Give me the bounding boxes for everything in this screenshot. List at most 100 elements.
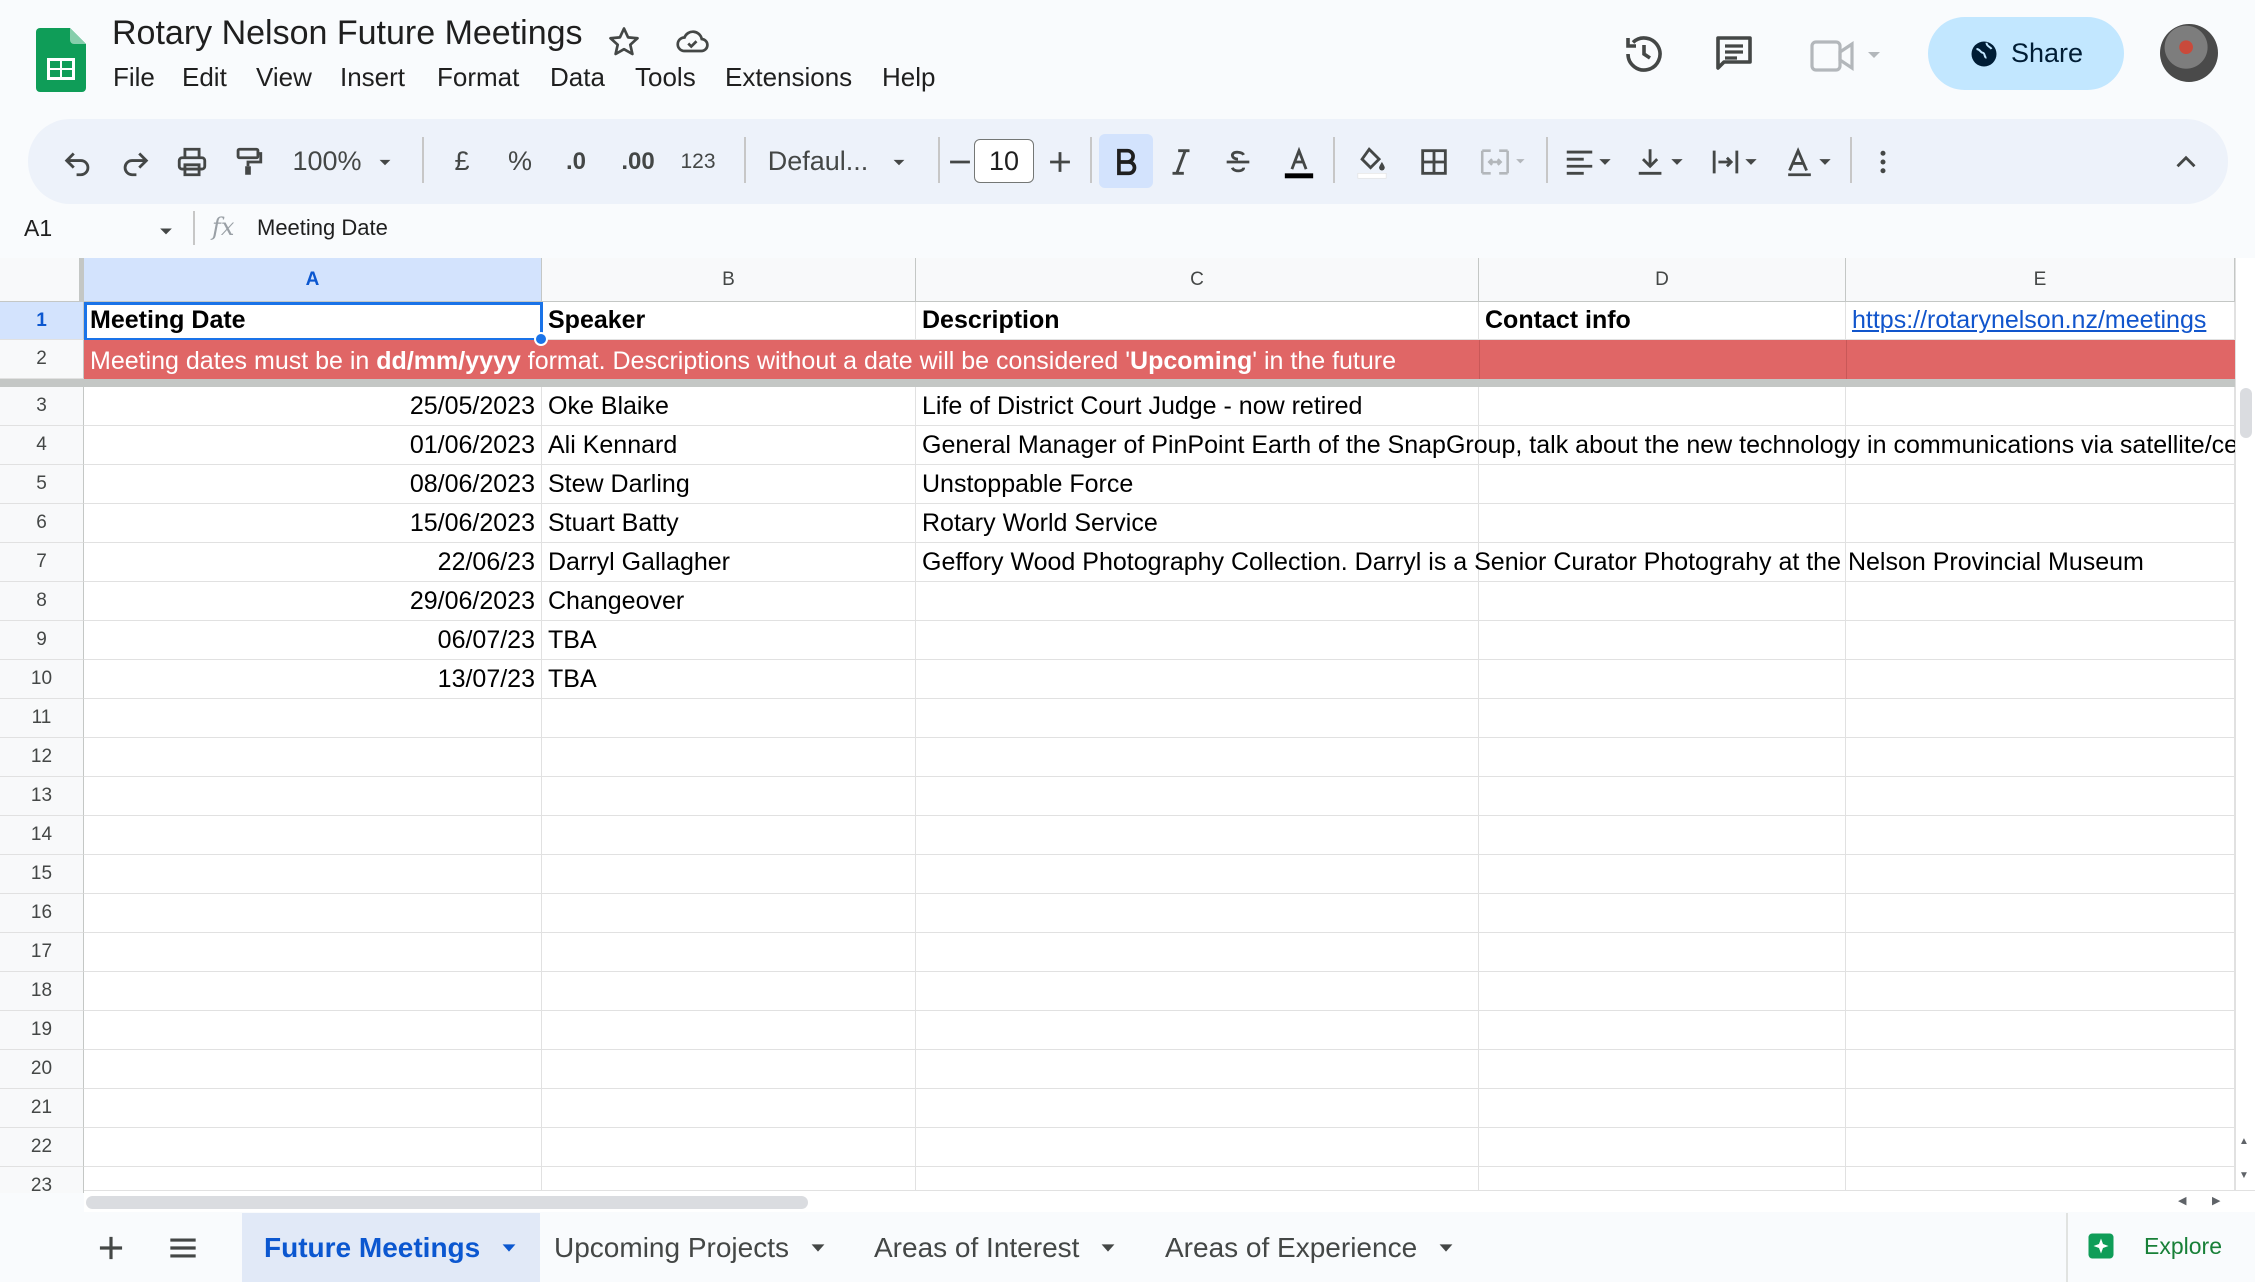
cell-d8[interactable] — [1479, 582, 1846, 621]
increase-font-size-icon[interactable] — [1040, 119, 1080, 204]
row-header-7[interactable]: 7 — [0, 543, 84, 582]
cell-c17[interactable] — [916, 933, 1479, 972]
row-header-23[interactable]: 23 — [0, 1167, 84, 1193]
menu-insert[interactable]: Insert — [340, 62, 405, 93]
row-header-5[interactable]: 5 — [0, 465, 84, 504]
merge-cells-icon[interactable] — [1472, 119, 1532, 204]
cell-e11[interactable] — [1846, 699, 2235, 738]
cell-a12[interactable] — [84, 738, 542, 777]
cell-e12[interactable] — [1846, 738, 2235, 777]
cell-d13[interactable] — [1479, 777, 1846, 816]
column-header-b[interactable]: B — [542, 258, 916, 302]
more-formats-button[interactable]: 123 — [668, 119, 728, 204]
cell-d21[interactable] — [1479, 1089, 1846, 1128]
cell-c12[interactable] — [916, 738, 1479, 777]
cell-b6[interactable]: Stuart Batty — [542, 504, 916, 543]
fill-color-icon[interactable] — [1348, 119, 1396, 204]
cell-b14[interactable] — [542, 816, 916, 855]
formula-input[interactable]: Meeting Date — [257, 215, 388, 241]
cell-e15[interactable] — [1846, 855, 2235, 894]
cell-b9[interactable]: TBA — [542, 621, 916, 660]
cell-a21[interactable] — [84, 1089, 542, 1128]
cell-e19[interactable] — [1846, 1011, 2235, 1050]
cell-d19[interactable] — [1479, 1011, 1846, 1050]
sheet-tab-areas-of-interest[interactable]: Areas of Interest — [874, 1213, 1119, 1282]
all-sheets-icon[interactable] — [164, 1229, 202, 1267]
column-header-c[interactable]: C — [916, 258, 1479, 302]
cell-d17[interactable] — [1479, 933, 1846, 972]
font-size-input[interactable]: 10 — [974, 139, 1034, 183]
row-header-16[interactable]: 16 — [0, 894, 84, 933]
cell-a17[interactable] — [84, 933, 542, 972]
row-header-22[interactable]: 22 — [0, 1128, 84, 1167]
print-icon[interactable] — [170, 119, 214, 204]
cell-c21[interactable] — [916, 1089, 1479, 1128]
row-header-12[interactable]: 12 — [0, 738, 84, 777]
cell-d22[interactable] — [1479, 1128, 1846, 1167]
sheet-tab-upcoming-projects[interactable]: Upcoming Projects — [554, 1213, 829, 1282]
horizontal-scroll-thumb[interactable] — [86, 1196, 808, 1209]
cell-b10[interactable]: TBA — [542, 660, 916, 699]
currency-format-button[interactable]: £ — [442, 119, 482, 204]
menu-extensions[interactable]: Extensions — [725, 62, 852, 93]
text-rotation-icon[interactable] — [1776, 119, 1840, 204]
cell-c6[interactable]: Rotary World Service — [916, 504, 1479, 543]
cell-c22[interactable] — [916, 1128, 1479, 1167]
explore-button[interactable]: Explore — [2086, 1231, 2222, 1261]
cell-d10[interactable] — [1479, 660, 1846, 699]
cell-e14[interactable] — [1846, 816, 2235, 855]
avatar[interactable] — [2160, 24, 2218, 82]
comments-icon[interactable] — [1710, 30, 1758, 78]
menu-help[interactable]: Help — [882, 62, 935, 93]
row-header-13[interactable]: 13 — [0, 777, 84, 816]
cell-c15[interactable] — [916, 855, 1479, 894]
cell-c14[interactable] — [916, 816, 1479, 855]
cell-d1[interactable]: Contact info — [1479, 302, 1846, 340]
row-header-8[interactable]: 8 — [0, 582, 84, 621]
cell-c19[interactable] — [916, 1011, 1479, 1050]
cell-d14[interactable] — [1479, 816, 1846, 855]
cell-c16[interactable] — [916, 894, 1479, 933]
cell-d6[interactable] — [1479, 504, 1846, 543]
cell-a8[interactable]: 29/06/2023 — [84, 582, 542, 621]
row-header-19[interactable]: 19 — [0, 1011, 84, 1050]
cell-c5[interactable]: Unstoppable Force — [916, 465, 1479, 504]
spreadsheet-grid[interactable]: A B C D E 1 2 3 4 5 6 7 8 9 10 11 12 13 14 15 16 17 18 19 2… — [0, 258, 2235, 1193]
row-header-18[interactable]: 18 — [0, 972, 84, 1011]
font-select[interactable]: Defaul... — [750, 119, 930, 204]
cell-e10[interactable] — [1846, 660, 2235, 699]
cell-b11[interactable] — [542, 699, 916, 738]
scroll-left-icon[interactable]: ◀ — [2178, 1194, 2186, 1207]
sheet-tab-future-meetings[interactable]: Future Meetings — [242, 1213, 541, 1282]
cell-b1[interactable]: Speaker — [542, 302, 916, 340]
cell-c18[interactable] — [916, 972, 1479, 1011]
cell-d9[interactable] — [1479, 621, 1846, 660]
name-box[interactable]: A1 — [24, 215, 52, 242]
cell-b18[interactable] — [542, 972, 916, 1011]
cell-c8[interactable] — [916, 582, 1479, 621]
cell-e9[interactable] — [1846, 621, 2235, 660]
collapse-toolbar-icon[interactable] — [2164, 119, 2208, 204]
decrease-font-size-icon[interactable] — [942, 119, 978, 204]
cell-b16[interactable] — [542, 894, 916, 933]
cell-e8[interactable] — [1846, 582, 2235, 621]
cell-b8[interactable]: Changeover — [542, 582, 916, 621]
increase-decimal-button[interactable]: .00 — [608, 119, 668, 204]
italic-icon[interactable] — [1159, 119, 1203, 204]
version-history-icon[interactable] — [1620, 30, 1668, 78]
cell-b19[interactable] — [542, 1011, 916, 1050]
menu-format[interactable]: Format — [437, 62, 519, 93]
cell-d16[interactable] — [1479, 894, 1846, 933]
share-button[interactable]: Share — [1928, 17, 2124, 90]
cell-a11[interactable] — [84, 699, 542, 738]
menu-data[interactable]: Data — [550, 62, 605, 93]
cell-b5[interactable]: Stew Darling — [542, 465, 916, 504]
vertical-align-icon[interactable] — [1628, 119, 1692, 204]
row-header-15[interactable]: 15 — [0, 855, 84, 894]
more-options-icon[interactable] — [1868, 119, 1898, 204]
cell-e22[interactable] — [1846, 1128, 2235, 1167]
cell-e5[interactable] — [1846, 465, 2235, 504]
cell-d15[interactable] — [1479, 855, 1846, 894]
document-title[interactable]: Rotary Nelson Future Meetings — [112, 14, 583, 53]
sheets-logo-icon[interactable] — [36, 28, 86, 92]
